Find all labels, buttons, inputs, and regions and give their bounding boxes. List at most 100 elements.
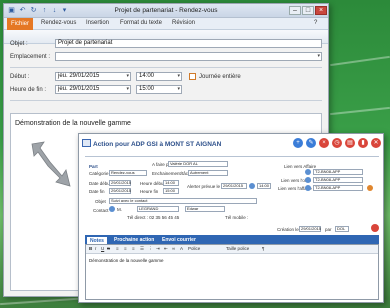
edit-icon[interactable]: ✎	[306, 138, 316, 148]
notes-editor[interactable]: B I U S ≡ ≡ ≡ ☰ ⋮ ⇥ ⇤ ∞ A Police Taille …	[85, 244, 379, 300]
outdent-icon[interactable]: ⇤	[164, 246, 168, 252]
lien-affaire-label: Lien vers Affaire	[284, 164, 317, 169]
minimize-button[interactable]: –	[289, 6, 301, 15]
heure-debut-input[interactable]: 14:00	[163, 180, 179, 186]
a-faire-par-select[interactable]: Valérie DOR AL	[168, 161, 228, 167]
creation-date-input: 29/01/2015	[299, 226, 322, 232]
heure-debut-label: Heure début	[140, 181, 165, 186]
tel-mobile: Tél mobile :	[225, 215, 249, 220]
bold-button[interactable]: B	[89, 246, 92, 251]
alarm-icon[interactable]: ◷	[332, 138, 342, 148]
strike-button[interactable]: S	[107, 246, 110, 251]
calendar-dropdown-icon[interactable]: ▾	[126, 73, 129, 80]
tab-envoi-courrier[interactable]: Envoi courrier	[159, 236, 199, 244]
dropdown-arrow-icon[interactable]: ▾	[317, 53, 320, 60]
date-fin-input[interactable]: 29/01/2015	[109, 188, 131, 194]
time-dropdown-icon[interactable]: ▾	[177, 86, 180, 93]
tab-revision[interactable]: Révision	[172, 20, 195, 26]
creation-label: Création le	[277, 227, 299, 232]
delete-icon[interactable]: ▮	[358, 138, 368, 148]
add-icon[interactable]: +	[293, 138, 303, 148]
tab-prochaine-action[interactable]: Prochaine action	[111, 236, 157, 244]
cancel-icon[interactable]: ✕	[371, 138, 381, 148]
crm-tab-bar: Notes Prochaine action Envoi courrier	[85, 235, 379, 244]
list-icon[interactable]: ☰	[140, 246, 144, 252]
fin-date-input[interactable]: jeu. 29/01/2015 ▾	[55, 85, 131, 94]
emplacement-input[interactable]: ▾	[55, 52, 322, 61]
numbered-list-icon[interactable]: ⋮	[148, 246, 153, 252]
calendar-icon	[82, 139, 91, 147]
divider	[10, 100, 322, 101]
objet-input[interactable]: Projet de partenariat	[55, 39, 322, 48]
link-icon[interactable]	[305, 177, 311, 183]
journee-entiere-label: Journée entière	[199, 74, 241, 80]
alerter-time-input[interactable]: 14:00	[257, 183, 271, 189]
link-icon[interactable]	[305, 185, 311, 191]
align-left-icon[interactable]: ≡	[116, 246, 119, 251]
contact-label: Contact	[93, 208, 109, 213]
contact-firstname-input[interactable]: Edwar	[185, 206, 225, 212]
time-dropdown-icon[interactable]: ▾	[177, 73, 180, 80]
objet-label: Objet	[95, 199, 106, 204]
stop-icon[interactable]	[371, 224, 379, 232]
alerter-date-input[interactable]: 29/01/2015	[221, 183, 247, 189]
help-icon[interactable]: ?	[314, 20, 317, 26]
font-select[interactable]: Police	[188, 246, 200, 251]
align-center-icon[interactable]: ≡	[124, 246, 127, 251]
debut-time-input[interactable]: 14:00 ▾	[136, 72, 182, 81]
heure-fin-label: Heure fin	[140, 189, 159, 194]
close-circle-icon[interactable]: ×	[319, 138, 329, 148]
size-select[interactable]: Taille police	[226, 246, 249, 251]
debut-date-input[interactable]: jeu. 29/01/2015 ▾	[55, 72, 131, 81]
lien-affaire2-input[interactable]: T2-BN08-APP	[313, 185, 363, 191]
date-debut-input[interactable]: 29/01/2015	[109, 180, 131, 186]
date-fin-label: Date fin	[89, 189, 105, 194]
maximize-button[interactable]: □	[302, 6, 314, 15]
crm-action-window: Action pour ADP GSI à MONT ST AIGNAN + ✎…	[78, 133, 384, 303]
align-right-icon[interactable]: ≡	[132, 246, 135, 251]
lien-affaire-input[interactable]: T2-BN08-APP	[313, 169, 363, 175]
tab-file[interactable]: Fichier	[7, 18, 33, 30]
calendar-dropdown-icon[interactable]: ▾	[126, 86, 129, 93]
objet-input[interactable]: Suivi avec le contact	[109, 198, 257, 204]
contact-lastname-input[interactable]: LEGRAND	[137, 206, 179, 212]
open-link-icon[interactable]	[367, 185, 373, 191]
tab-rendez-vous[interactable]: Rendez-vous	[41, 20, 76, 26]
date-debut-label: Date début	[89, 181, 112, 186]
print-icon[interactable]: ▤	[345, 138, 355, 148]
editor-toolbar: B I U S ≡ ≡ ≡ ☰ ⋮ ⇥ ⇤ ∞ A Police Taille …	[86, 245, 378, 254]
categorie-label: Catégorie	[89, 171, 109, 176]
link-icon[interactable]: ∞	[172, 246, 175, 251]
sync-arrow-icon	[31, 141, 71, 187]
alerter-label: Alerter prévue le	[187, 184, 221, 189]
close-button[interactable]: ×	[315, 6, 327, 15]
italic-button[interactable]: I	[95, 246, 96, 251]
categorie-select[interactable]: Rendez-vous	[109, 170, 147, 176]
par-input: DOL	[335, 226, 349, 232]
par-label: par	[325, 227, 332, 232]
color-icon[interactable]: A	[180, 246, 183, 251]
alarm-clock-icon[interactable]	[249, 183, 255, 189]
objet-label: Objet :	[10, 41, 28, 47]
enchainement-select[interactable]: Autrement	[188, 170, 228, 176]
tab-insertion[interactable]: Insertion	[86, 20, 109, 26]
tab-format[interactable]: Format du texte	[120, 20, 162, 26]
lien-offre-input[interactable]: T2-BN08-APP	[313, 177, 363, 183]
contact-civility: M.	[117, 207, 122, 212]
fin-time-input[interactable]: 15:00 ▾	[136, 85, 182, 94]
format-icon[interactable]: ¶	[262, 246, 264, 251]
title-bar: ▣ ↶ ↻ ↑ ↓ ▾ Projet de partenariat - Rend…	[4, 4, 328, 18]
divider	[10, 67, 322, 68]
fin-label: Heure de fin :	[10, 87, 47, 93]
contact-icon[interactable]	[109, 206, 115, 212]
tel-direct: Tél direct : 02 35 56 45 45	[127, 215, 180, 220]
link-icon[interactable]	[305, 169, 311, 175]
window-title: Projet de partenariat - Rendez-vous	[114, 7, 218, 14]
underline-button[interactable]: U	[101, 246, 104, 251]
indent-icon[interactable]: ⇥	[156, 246, 160, 252]
debut-label: Début :	[10, 74, 30, 80]
tab-notes[interactable]: Notes	[87, 236, 107, 244]
enchainement-label: Enchainement/tâche	[152, 171, 194, 176]
heure-fin-input[interactable]: 15:00	[163, 188, 179, 194]
journee-entiere-checkbox[interactable]	[189, 73, 196, 80]
